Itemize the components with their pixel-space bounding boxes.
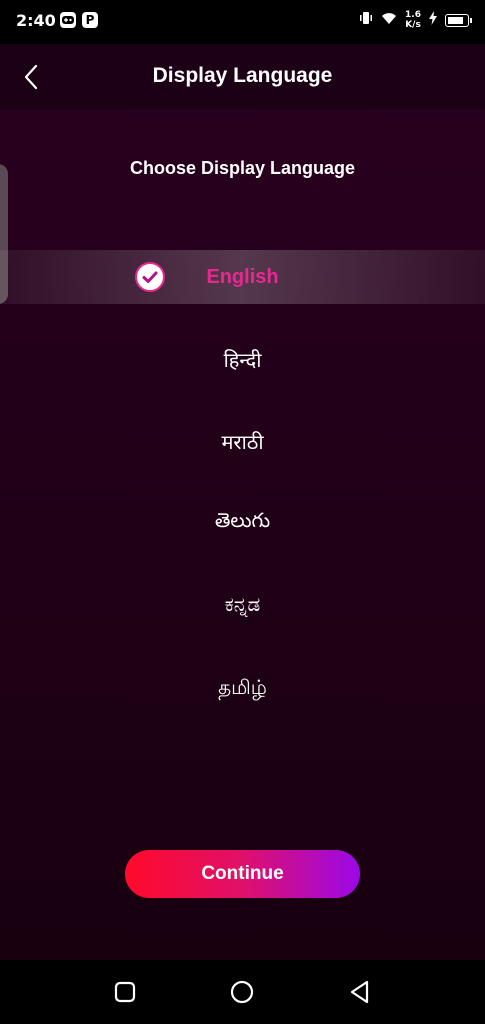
gamepad-icon (60, 12, 76, 28)
check-circle-icon (135, 262, 165, 292)
battery-icon (445, 13, 472, 27)
net-speed-value: 1.6 (405, 10, 421, 20)
language-option-marathi[interactable]: मराठी (0, 414, 485, 468)
page-title: Display Language (152, 64, 333, 87)
language-option-kannada[interactable]: ಕನ್ನಡ (0, 578, 485, 632)
language-label: मराठी (221, 431, 264, 454)
language-option-telugu[interactable]: తెలుగు (0, 496, 485, 550)
net-speed: 1.6 K/s (405, 10, 421, 30)
language-label: తెలుగు (214, 509, 271, 532)
language-option-english[interactable]: English (0, 250, 485, 304)
continue-button[interactable]: Continue (125, 850, 360, 898)
charging-icon (429, 11, 437, 29)
square-recents-icon[interactable] (111, 978, 139, 1006)
wifi-icon (381, 12, 397, 29)
circle-home-icon[interactable] (228, 978, 256, 1006)
p-app-icon: P (82, 12, 98, 28)
language-option-tamil[interactable]: தமிழ் (0, 662, 485, 716)
triangle-back-icon[interactable] (346, 978, 374, 1006)
vibrate-icon (359, 11, 373, 29)
language-label: English (206, 265, 279, 288)
language-label: ಕನ್ನಡ (224, 593, 261, 616)
status-app-icons: P (60, 12, 98, 28)
language-option-hindi[interactable]: हिन्दी (0, 332, 485, 386)
header: Display Language (0, 44, 485, 110)
language-label: हिन्दी (223, 349, 262, 372)
net-speed-unit: K/s (405, 20, 421, 30)
status-time: 2:40 (16, 11, 56, 30)
status-right-icons: 1.6 K/s (359, 10, 472, 30)
language-label: தமிழ் (218, 676, 267, 699)
subtitle: Choose Display Language (129, 158, 356, 178)
app-screen: Display Language Choose Display Language… (0, 44, 485, 960)
status-bar: 2:40 P 1.6 K/s (0, 0, 485, 44)
navigation-bar (0, 960, 485, 1024)
